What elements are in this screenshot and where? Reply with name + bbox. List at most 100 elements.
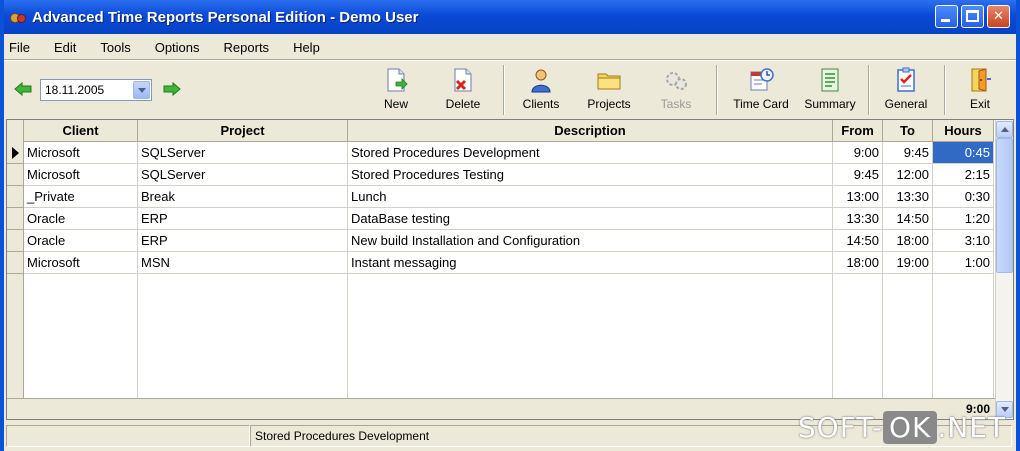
cell-hours[interactable]: 1:20 — [933, 208, 994, 230]
cell-project[interactable]: MSN — [138, 252, 348, 274]
current-row-indicator[interactable] — [7, 142, 23, 164]
column-header-project[interactable]: Project — [138, 120, 348, 142]
table-row[interactable]: Microsoft MSN Instant messaging 18:00 19… — [24, 252, 994, 274]
time-card-label: Time Card — [733, 97, 789, 111]
cell-from[interactable]: 18:00 — [833, 252, 883, 274]
cell-to[interactable]: 14:50 — [883, 208, 933, 230]
cell-hours-selected[interactable]: 0:45 — [933, 142, 994, 164]
projects-button[interactable]: Projects — [580, 65, 638, 117]
date-picker[interactable]: 18.11.2005 — [40, 79, 152, 101]
toolbar-separator — [716, 65, 718, 115]
cell-client[interactable]: Microsoft — [24, 142, 138, 164]
cell-project[interactable]: ERP — [138, 230, 348, 252]
toolbar: 18.11.2005 New Delete Clients Projects T… — [4, 60, 1016, 120]
cell-description[interactable]: DataBase testing — [348, 208, 833, 230]
menu-reports[interactable]: Reports — [224, 40, 270, 55]
close-button[interactable]: ✕ — [987, 5, 1010, 28]
cell-client[interactable]: Oracle — [24, 208, 138, 230]
cell-to[interactable]: 13:30 — [883, 186, 933, 208]
cell-to[interactable]: 12:00 — [883, 164, 933, 186]
exit-label: Exit — [969, 97, 990, 111]
menu-help[interactable]: Help — [293, 40, 320, 55]
cell-description[interactable]: Instant messaging — [348, 252, 833, 274]
maximize-button[interactable] — [961, 5, 984, 28]
arrow-left-icon — [14, 82, 32, 96]
column-header-description[interactable]: Description — [348, 120, 833, 142]
cell-description[interactable]: Stored Procedures Testing — [348, 164, 833, 186]
cell-from[interactable]: 13:30 — [833, 208, 883, 230]
table-row[interactable]: _Private Break Lunch 13:00 13:30 0:30 — [24, 186, 994, 208]
cell-from[interactable]: 14:50 — [833, 230, 883, 252]
cell-client[interactable]: _Private — [24, 186, 138, 208]
next-day-button[interactable] — [163, 82, 181, 96]
summary-button[interactable]: Summary — [800, 65, 860, 117]
time-card-button[interactable]: Time Card — [728, 65, 794, 117]
cell-project[interactable]: SQLServer — [138, 142, 348, 164]
column-header-hours[interactable]: Hours — [933, 120, 994, 142]
column-header-to[interactable]: To — [883, 120, 933, 142]
title-bar[interactable]: Advanced Time Reports Personal Edition -… — [4, 0, 1016, 34]
date-dropdown-button[interactable] — [133, 81, 150, 99]
toolbar-separator — [868, 65, 870, 115]
new-button[interactable]: New — [374, 65, 418, 117]
menu-options[interactable]: Options — [155, 40, 200, 55]
table-row[interactable]: Oracle ERP New build Installation and Co… — [24, 230, 994, 252]
scroll-thumb[interactable] — [996, 138, 1013, 273]
cell-project[interactable]: SQLServer — [138, 164, 348, 186]
table-row[interactable]: Oracle ERP DataBase testing 13:30 14:50 … — [24, 208, 994, 230]
date-value: 18.11.2005 — [45, 83, 105, 97]
minimize-button[interactable] — [935, 5, 958, 28]
toolbar-separator — [944, 65, 946, 115]
column-header-from[interactable]: From — [833, 120, 883, 142]
menu-tools[interactable]: Tools — [100, 40, 130, 55]
cell-to[interactable]: 9:45 — [883, 142, 933, 164]
cell-hours[interactable]: 3:10 — [933, 230, 994, 252]
row-indicator[interactable] — [7, 252, 23, 274]
cell-project[interactable]: Break — [138, 186, 348, 208]
maximize-icon — [966, 10, 979, 22]
clients-button[interactable]: Clients — [516, 65, 566, 117]
exit-button[interactable]: Exit — [958, 65, 1002, 117]
cell-to[interactable]: 18:00 — [883, 230, 933, 252]
row-indicator[interactable] — [7, 164, 23, 186]
tasks-button[interactable]: Tasks — [654, 65, 698, 117]
row-indicator[interactable] — [7, 230, 23, 252]
table-row[interactable]: Microsoft SQLServer Stored Procedures Te… — [24, 164, 994, 186]
cell-description[interactable]: New build Installation and Configuration — [348, 230, 833, 252]
general-checklist-icon — [893, 67, 919, 93]
new-label: New — [383, 97, 408, 111]
cell-to[interactable]: 19:00 — [883, 252, 933, 274]
cell-from[interactable]: 9:00 — [833, 142, 883, 164]
cell-hours[interactable]: 0:30 — [933, 186, 994, 208]
scroll-up-button[interactable] — [996, 121, 1013, 138]
cell-from[interactable]: 9:45 — [833, 164, 883, 186]
previous-day-button[interactable] — [14, 82, 32, 96]
close-icon: ✕ — [993, 9, 1004, 24]
cell-client[interactable]: Oracle — [24, 230, 138, 252]
cell-project[interactable]: ERP — [138, 208, 348, 230]
menu-edit[interactable]: Edit — [54, 40, 76, 55]
general-button[interactable]: General — [878, 65, 934, 117]
status-panel-left — [6, 425, 250, 447]
cell-hours[interactable]: 1:00 — [933, 252, 994, 274]
projects-label: Projects — [587, 97, 631, 111]
time-entries-grid[interactable]: Client Project Description From To Hours… — [6, 119, 1014, 420]
cell-description[interactable]: Lunch — [348, 186, 833, 208]
cell-description[interactable]: Stored Procedures Development — [348, 142, 833, 164]
cell-hours[interactable]: 2:15 — [933, 164, 994, 186]
delete-button[interactable]: Delete — [438, 65, 488, 117]
cell-client[interactable]: Microsoft — [24, 252, 138, 274]
row-indicator[interactable] — [7, 186, 23, 208]
menu-file[interactable]: File — [9, 40, 30, 55]
summary-report-icon — [817, 67, 843, 93]
column-header-client[interactable]: Client — [24, 120, 138, 142]
cell-from[interactable]: 13:00 — [833, 186, 883, 208]
tasks-label: Tasks — [660, 97, 692, 111]
table-row[interactable]: Microsoft SQLServer Stored Procedures De… — [24, 142, 994, 164]
minimize-icon — [941, 19, 950, 22]
row-indicator[interactable] — [7, 208, 23, 230]
cell-client[interactable]: Microsoft — [24, 164, 138, 186]
app-icon[interactable] — [10, 9, 26, 25]
vertical-scrollbar[interactable] — [995, 120, 1013, 419]
app-window: Advanced Time Reports Personal Edition -… — [0, 0, 1020, 451]
